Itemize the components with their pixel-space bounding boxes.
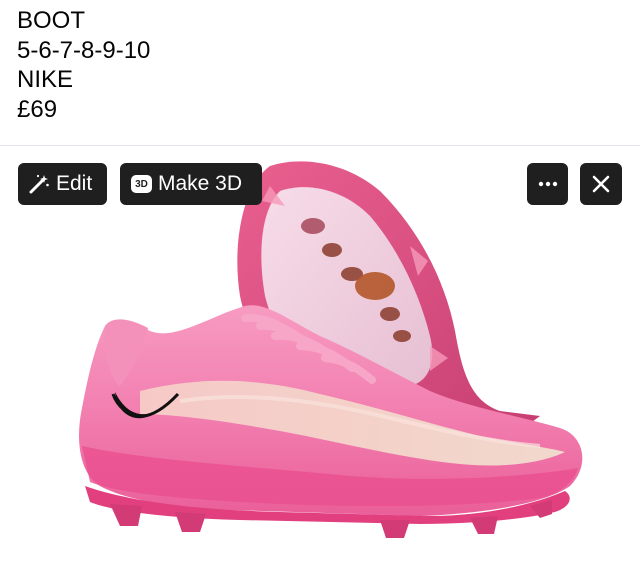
more-options-button[interactable] [527,163,568,205]
3d-badge-icon: 3D [131,175,152,193]
edit-button[interactable]: Edit [18,163,107,205]
edit-label: Edit [56,172,93,195]
make-3d-button[interactable]: 3D Make 3D [120,163,262,205]
ellipsis-icon [538,181,558,187]
boot-image [79,161,583,538]
post-text: BOOT 5-6-7-8-9-10 NIKE £69 [17,6,617,124]
product-photo[interactable] [0,146,640,580]
magic-wand-icon [28,173,50,195]
close-icon [592,175,610,193]
make-3d-label: Make 3D [158,172,243,195]
post-line-brand: NIKE [17,66,74,93]
post-line-item-type: BOOT [17,7,86,34]
close-button[interactable] [580,163,622,205]
post-line-price: £69 [17,95,58,123]
post-line-sizes: 5-6-7-8-9-10 [17,36,151,64]
